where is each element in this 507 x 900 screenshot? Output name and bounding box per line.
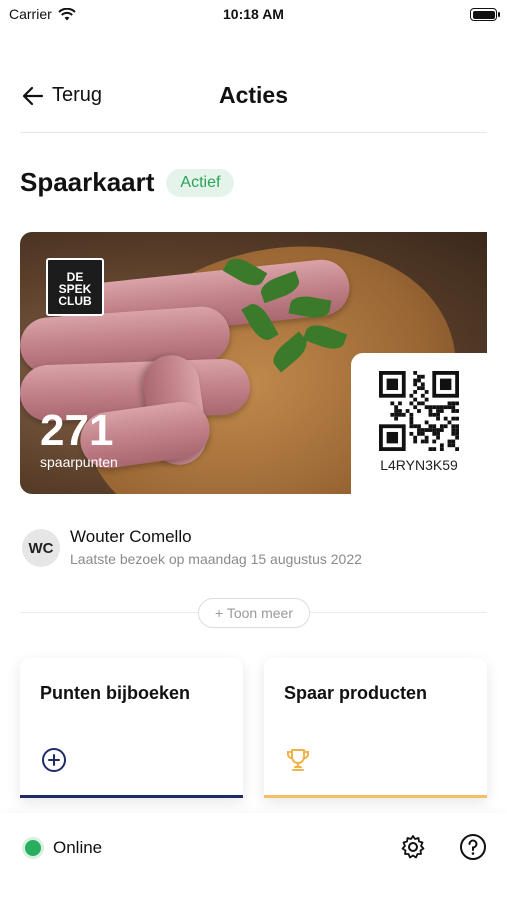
points-value: 271 (40, 406, 114, 455)
status-badge: Actief (166, 168, 235, 197)
plus-circle-icon (42, 748, 66, 772)
status-bar: Carrier 10:18 AM (0, 0, 507, 30)
footer-bar: Online (0, 813, 507, 900)
points-display: 271 spaarpunten (40, 406, 118, 471)
page-title: Acties (218, 82, 289, 108)
status-dot-icon (25, 840, 41, 856)
tile-accent-bar (20, 795, 243, 798)
member-name: Wouter Comello (70, 527, 192, 546)
save-products-tile[interactable]: Spaar producten (264, 658, 487, 798)
show-more-button[interactable]: + Toon meer (198, 598, 310, 628)
tile-accent-bar (264, 795, 487, 798)
member-code: L4RYN3K59 (380, 457, 458, 473)
qr-code-icon (379, 371, 459, 451)
avatar: WC (22, 529, 60, 567)
connection-status: Online (25, 838, 102, 858)
last-visit-text: Laatste bezoek op maandag 15 augustus 20… (70, 551, 362, 567)
member-info: WC Wouter Comello Laatste bezoek op maan… (22, 527, 362, 567)
battery-icon (470, 8, 500, 21)
gear-icon[interactable] (399, 833, 427, 861)
status-time: 10:18 AM (223, 6, 284, 22)
section-title: Spaarkaart (20, 167, 155, 197)
tile-title: Spaar producten (284, 683, 428, 703)
nav-divider (20, 132, 487, 133)
add-points-tile[interactable]: Punten bijboeken (20, 658, 243, 798)
qr-panel[interactable]: L4RYN3K59 (351, 353, 487, 494)
brand-logo: DE SPEK CLUB (46, 258, 104, 316)
trophy-icon (287, 749, 309, 771)
nav-bar: Terug Acties (0, 68, 507, 128)
card-section-header: Spaarkaart Actief (20, 167, 235, 198)
brand-logo-line: CLUB (58, 294, 92, 308)
tile-title: Punten bijboeken (40, 683, 191, 703)
help-icon[interactable] (459, 833, 487, 861)
points-label: spaarpunten (40, 454, 118, 470)
connection-label: Online (53, 838, 103, 857)
